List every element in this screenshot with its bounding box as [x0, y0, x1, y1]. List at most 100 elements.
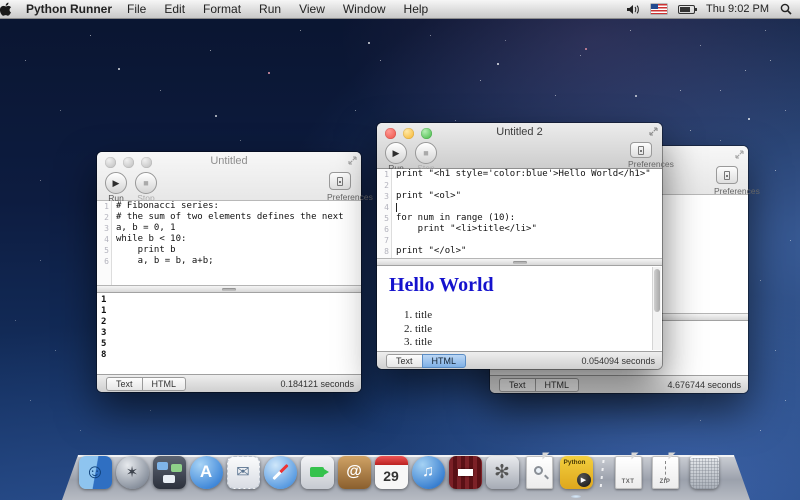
battery-icon[interactable] — [678, 5, 695, 14]
output-mode-switch: Text HTML — [386, 354, 466, 368]
text-tab[interactable]: Text — [386, 354, 422, 368]
run-time: 4.676744 seconds — [667, 380, 741, 390]
code-line: 4 — [377, 202, 662, 213]
app-menu-title[interactable]: Python Runner — [26, 2, 112, 16]
preferences-button[interactable]: Preferences — [714, 166, 740, 196]
text-tab[interactable]: Text — [499, 378, 535, 392]
menu-bar-clock[interactable]: Thu 9:02 PM — [706, 3, 769, 15]
menu-bar: Python Runner File Edit Format Run View … — [0, 0, 800, 19]
window-untitled: Untitled ▶ Run ■ Stop Preferences 1# Fib… — [97, 152, 361, 392]
system-preferences-icon: ✻ — [494, 461, 510, 484]
code-line: 4while b < 10: — [97, 234, 361, 245]
launchpad-icon: ✶ — [126, 463, 139, 481]
facetime-icon — [301, 456, 334, 489]
txt-label: TXT — [622, 479, 635, 485]
output-mode-switch: Text HTML — [106, 377, 186, 391]
dock-item-mail[interactable]: ✉ — [226, 454, 260, 490]
preferences-icon — [724, 171, 730, 180]
stop-button[interactable]: ■ — [415, 142, 437, 164]
dock-item-preview-document[interactable] — [522, 454, 556, 490]
pane-splitter[interactable] — [377, 258, 662, 266]
menu-run[interactable]: Run — [250, 2, 290, 16]
mail-icon: ✉ — [236, 462, 249, 482]
python-runner-icon: Python ▶ — [560, 456, 593, 489]
code-line: 3a, b = 0, 1 — [97, 223, 361, 234]
desktop: { "menu_bar": { "app_name": "Python Runn… — [0, 0, 800, 500]
fullscreen-icon[interactable] — [649, 127, 658, 136]
preferences-icon — [638, 146, 644, 155]
menu-help[interactable]: Help — [395, 2, 438, 16]
dock-item-address-book[interactable]: @ — [337, 454, 371, 490]
python-runner-label: Python — [564, 459, 586, 466]
run-time: 0.184121 seconds — [280, 379, 354, 389]
code-line: 2 — [377, 180, 662, 191]
output-line: 2 — [101, 317, 361, 328]
zip-document-icon: ZIP — [652, 456, 679, 489]
dock-item-safari[interactable] — [263, 454, 297, 490]
input-source-flag-icon[interactable] — [651, 4, 667, 14]
dock-item-system-preferences[interactable]: ✻ — [485, 454, 519, 490]
title-bar[interactable]: Untitled — [97, 152, 361, 171]
output-heading: Hello World — [389, 274, 650, 297]
output-list-item: title — [415, 323, 650, 337]
volume-icon[interactable] — [627, 4, 640, 15]
menu-file[interactable]: File — [118, 2, 155, 16]
dock-item-zip-document[interactable]: ZIP — [648, 454, 682, 490]
menu-window[interactable]: Window — [334, 2, 395, 16]
ical-day-label: 29 — [383, 468, 399, 484]
magnifier-icon — [534, 466, 543, 475]
window-title: Untitled — [97, 155, 361, 167]
preferences-button[interactable]: Preferences — [327, 172, 353, 202]
apple-menu-icon[interactable] — [0, 2, 22, 16]
text-cursor — [396, 203, 397, 212]
preferences-button[interactable]: Preferences — [628, 142, 654, 169]
dock-item-finder[interactable]: ☺ — [78, 454, 112, 490]
stop-button[interactable]: ■ — [135, 172, 157, 194]
preferences-label: Preferences — [628, 159, 654, 169]
output-line: 1 — [101, 295, 361, 306]
dock-separator — [596, 458, 608, 490]
title-bar[interactable]: Untitled 2 — [377, 123, 662, 142]
output-list-item: title — [415, 309, 650, 323]
preview-document-icon — [526, 456, 553, 489]
dock-item-facetime[interactable] — [300, 454, 334, 490]
fullscreen-icon[interactable] — [735, 150, 744, 159]
fullscreen-icon[interactable] — [348, 156, 357, 165]
output-line: 3 — [101, 328, 361, 339]
status-bar: Text HTML 0.184121 seconds — [97, 374, 361, 392]
menu-view[interactable]: View — [290, 2, 334, 16]
output-line: 8 — [101, 350, 361, 361]
dock-item-photo-booth[interactable] — [448, 454, 482, 490]
dock-item-trash[interactable] — [685, 454, 723, 490]
code-line: 5 print b — [97, 245, 361, 256]
spotlight-icon[interactable] — [780, 3, 792, 15]
pane-splitter[interactable] — [97, 285, 361, 293]
dock-item-app-store[interactable]: A — [189, 454, 223, 490]
html-tab[interactable]: HTML — [422, 354, 467, 368]
code-line: 7 — [377, 235, 662, 246]
trash-icon — [690, 456, 719, 489]
html-tab[interactable]: HTML — [142, 377, 187, 391]
window-title: Untitled 2 — [377, 126, 662, 138]
dock-item-mission-control[interactable] — [152, 454, 186, 490]
dock-item-ical[interactable]: 29 — [374, 454, 408, 490]
code-editor[interactable]: 1print "<h1 style='color:blue'>Hello Wor… — [377, 169, 662, 258]
output-line: 1 — [101, 306, 361, 317]
scrollbar-thumb[interactable] — [654, 269, 660, 312]
code-editor[interactable]: 1# Fibonacci series: 2# the sum of two e… — [97, 201, 361, 285]
dock-item-txt-document[interactable]: TXT — [611, 454, 645, 490]
dock-item-itunes[interactable]: ♫ — [411, 454, 445, 490]
code-line: 6 print "<li>title</li>" — [377, 224, 662, 235]
menu-edit[interactable]: Edit — [155, 2, 194, 16]
html-tab[interactable]: HTML — [535, 378, 580, 392]
run-button[interactable]: ▶ — [105, 172, 127, 194]
safari-compass-icon — [264, 456, 297, 489]
address-book-icon: @ — [346, 463, 362, 481]
scrollbar[interactable] — [652, 267, 661, 350]
dock-item-python-runner[interactable]: Python ▶ — [559, 454, 593, 490]
dock-item-launchpad[interactable]: ✶ — [115, 454, 149, 490]
menu-format[interactable]: Format — [194, 2, 250, 16]
text-tab[interactable]: Text — [106, 377, 142, 391]
run-button[interactable]: ▶ — [385, 142, 407, 164]
play-badge-icon: ▶ — [577, 473, 591, 487]
